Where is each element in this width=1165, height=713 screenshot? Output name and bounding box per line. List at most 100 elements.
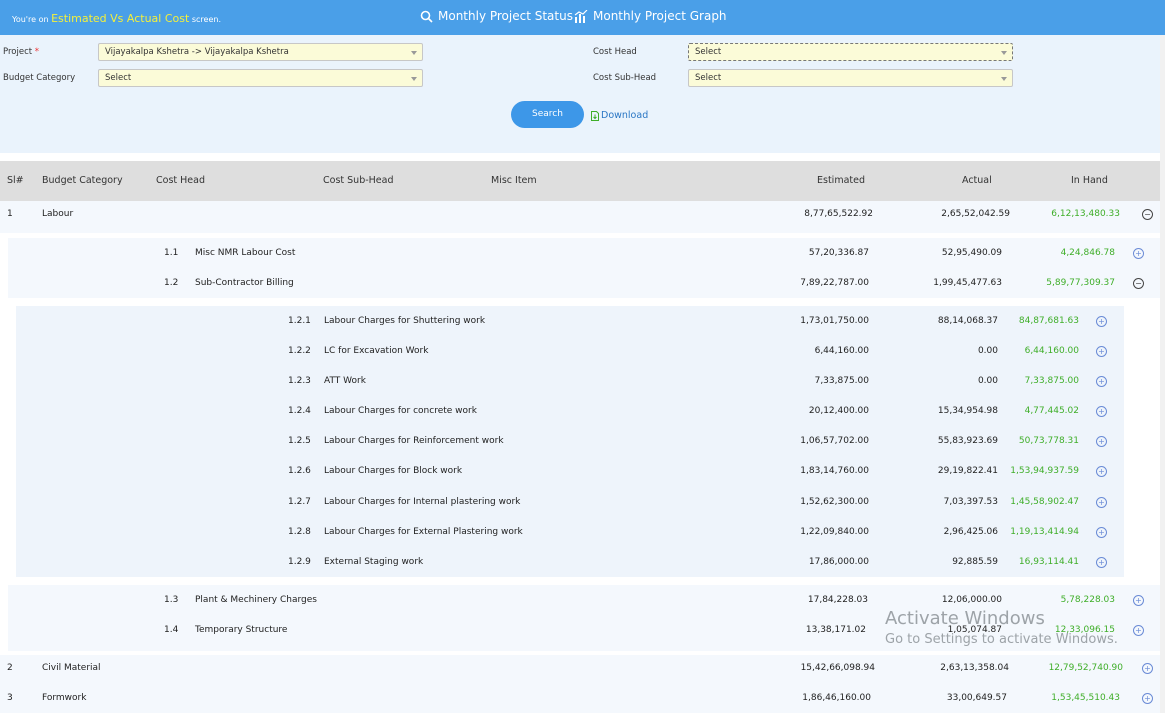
row-sl: 1.2.9 [288, 557, 311, 567]
col-cost-head: Cost Head [156, 175, 205, 186]
search-button[interactable]: Search [511, 101, 584, 128]
row-sl: 1.2.4 [288, 406, 311, 416]
budget-category-select[interactable]: Select [98, 69, 423, 87]
budget-category-select-value: Select [105, 73, 132, 83]
required-mark: * [34, 47, 40, 57]
expand-icon[interactable]: + [1096, 316, 1107, 327]
nav-status-label: Monthly Project Status [438, 9, 573, 23]
row-actual: 52,95,490.09 [941, 248, 1002, 258]
expand-icon[interactable]: + [1096, 527, 1107, 538]
vertical-scrollbar[interactable] [1160, 35, 1165, 713]
cost-subhead-select[interactable]: Select [688, 69, 1013, 87]
row-estimated: 1,83,14,760.00 [800, 466, 869, 476]
screen-indicator: You're on Estimated Vs Actual Cost scree… [12, 12, 221, 25]
col-actual: Actual [962, 175, 992, 186]
row-actual: 29,19,822.41 [937, 466, 998, 476]
cost-head-select[interactable]: Select [688, 43, 1013, 61]
col-sl: Sl# [7, 175, 24, 186]
col-misc-item: Misc Item [491, 175, 537, 186]
row-name: Misc NMR Labour Cost [195, 248, 296, 258]
nav-monthly-project-graph[interactable]: Monthly Project Graph [574, 9, 727, 23]
row-name: Formwork [42, 693, 87, 703]
row-name: Civil Material [42, 663, 101, 673]
expand-icon[interactable]: + [1142, 693, 1153, 704]
nav-monthly-project-status[interactable]: Monthly Project Status [420, 9, 573, 23]
row-estimated: 8,77,65,522.92 [804, 209, 873, 219]
row-sl: 1.2.7 [288, 497, 311, 507]
expand-icon[interactable]: + [1096, 406, 1107, 417]
chevron-down-icon [1001, 51, 1007, 55]
row-in-hand: 1,19,13,414.94 [1010, 527, 1079, 537]
expand-icon[interactable]: + [1133, 625, 1144, 636]
download-link[interactable]: Download [591, 110, 648, 121]
row-estimated: 15,42,66,098.94 [800, 663, 875, 673]
budget-category-label: Budget Category [3, 73, 76, 83]
screen-suffix: screen. [191, 15, 221, 24]
row-sl: 1.2 [164, 278, 179, 288]
row-name: Plant & Mechinery Charges [195, 595, 317, 605]
expand-icon[interactable]: + [1096, 436, 1107, 447]
search-icon [420, 10, 433, 23]
bar-chart-icon [574, 9, 588, 23]
file-download-icon [591, 110, 599, 121]
collapse-icon[interactable]: − [1133, 278, 1144, 289]
expand-icon[interactable]: + [1096, 376, 1107, 387]
row-name: LC for Excavation Work [324, 346, 429, 356]
row-actual: 0.00 [977, 376, 998, 386]
activation-watermark-title: Activate Windows [885, 608, 1045, 629]
project-label: Project * [3, 47, 40, 57]
download-label: Download [601, 110, 649, 121]
expand-icon[interactable]: + [1096, 346, 1107, 357]
col-budget-category: Budget Category [42, 175, 123, 186]
row-estimated: 1,73,01,750.00 [800, 316, 869, 326]
cost-subhead-label: Cost Sub-Head [593, 73, 657, 83]
row-name: Labour Charges for External Plastering w… [324, 527, 523, 537]
row-actual: 55,83,923.69 [937, 436, 998, 446]
chevron-down-icon [1001, 77, 1007, 81]
expand-icon[interactable]: + [1096, 497, 1107, 508]
expand-icon[interactable]: + [1096, 466, 1107, 477]
nav-graph-label: Monthly Project Graph [593, 9, 727, 23]
row-in-hand: 6,44,160.00 [1024, 346, 1079, 356]
cost-head-select-value: Select [695, 47, 722, 57]
cost-subhead-select-value: Select [695, 73, 722, 83]
row-in-hand: 1,53,45,510.43 [1051, 693, 1120, 703]
row-actual: 0.00 [977, 346, 998, 356]
row-sl: 1.2.5 [288, 436, 311, 446]
row-sl: 3 [7, 693, 13, 703]
row-actual: 2,65,52,042.59 [941, 209, 1010, 219]
expand-icon[interactable]: + [1133, 595, 1144, 606]
expand-icon[interactable]: + [1142, 663, 1153, 674]
row-in-hand: 1,45,58,902.47 [1010, 497, 1079, 507]
screen-prefix: You're on [12, 15, 49, 24]
row-name: ATT Work [324, 376, 366, 386]
row-actual: 92,885.59 [952, 557, 998, 567]
row-in-hand: 50,73,778.31 [1018, 436, 1079, 446]
top-bar: You're on Estimated Vs Actual Cost scree… [0, 0, 1165, 35]
expand-icon[interactable]: + [1096, 557, 1107, 568]
project-select[interactable]: Vijayakalpa Kshetra -> Vijayakalpa Kshet… [98, 43, 423, 61]
row-actual: 88,14,068.37 [937, 316, 998, 326]
row-in-hand: 84,87,681.63 [1018, 316, 1079, 326]
row-name: Labour Charges for Block work [324, 466, 463, 476]
row-estimated: 1,06,57,702.00 [800, 436, 869, 446]
row-name: Labour Charges for Reinforcement work [324, 436, 504, 446]
expand-icon[interactable]: + [1133, 248, 1144, 259]
row-actual: 2,63,13,358.04 [940, 663, 1009, 673]
col-estimated: Estimated [817, 175, 865, 186]
row-band-level2 [8, 238, 1160, 298]
row-estimated: 13,38,171.02 [805, 625, 866, 635]
cost-head-label: Cost Head [593, 47, 637, 57]
row-sl: 1.2.6 [288, 466, 311, 476]
chevron-down-icon [411, 77, 417, 81]
row-estimated: 17,84,228.03 [807, 595, 868, 605]
screen-name: Estimated Vs Actual Cost [51, 12, 190, 25]
row-actual: 2,96,425.06 [943, 527, 998, 537]
row-actual: 15,34,954.98 [937, 406, 998, 416]
collapse-icon[interactable]: − [1142, 209, 1153, 220]
row-name: Labour Charges for Internal plastering w… [324, 497, 521, 507]
col-cost-subhead: Cost Sub-Head [323, 175, 394, 186]
row-name: Temporary Structure [195, 625, 288, 635]
row-name: Labour Charges for concrete work [324, 406, 477, 416]
row-name: External Staging work [324, 557, 424, 567]
